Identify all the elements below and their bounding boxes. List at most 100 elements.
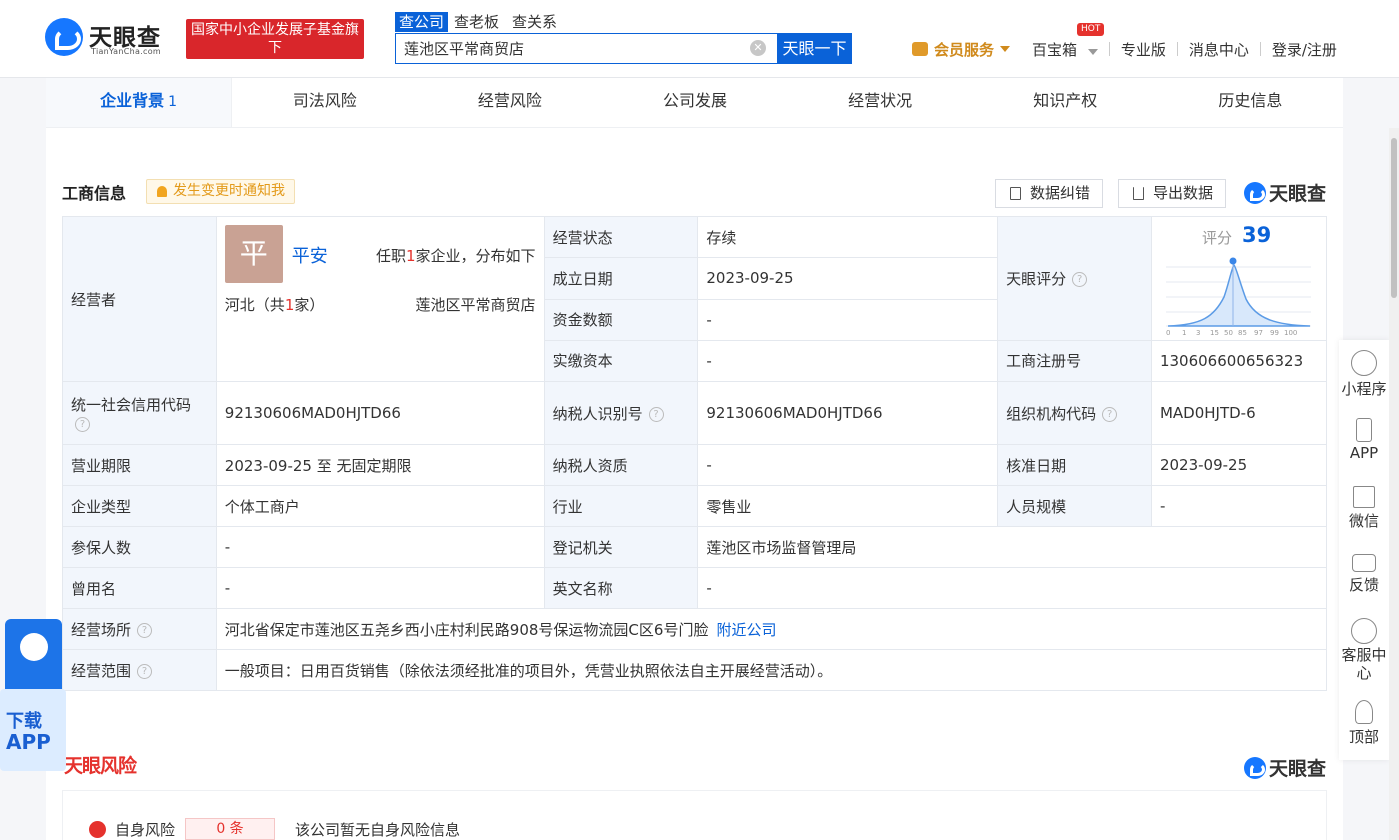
tab-count: 1 <box>168 94 178 110</box>
business-info-table: 经营者 平 平安 任职1家企业，分布如下 河北（共1家） 莲池区平常商贸店 经营… <box>62 215 1328 691</box>
address-label: 经营场所 <box>71 620 132 639</box>
chevron-down-icon <box>1000 46 1011 52</box>
vip-service-menu[interactable]: 会员服务 <box>912 39 1011 60</box>
status-label: 经营状态 <box>543 215 699 259</box>
download-app-widget[interactable]: 下载 APP <box>0 617 66 782</box>
operator-cell: 平 平安 任职1家企业，分布如下 河北（共1家） 莲池区平常商贸店 <box>215 216 545 382</box>
self-risk-desc: 该公司暂无自身风险信息 <box>295 820 461 839</box>
risk-box: 自身风险 0 条 该公司暂无自身风险信息 <box>62 790 1327 840</box>
score-cell-label: 天眼评分 <box>1006 269 1067 288</box>
customer-service-button[interactable]: 客服中心 <box>1339 618 1389 682</box>
staff-size-label: 人员规模 <box>997 485 1152 527</box>
credit-code-label: 统一社会信用代码 <box>71 395 192 414</box>
scope-label-cell: 经营范围? <box>62 649 217 691</box>
desc-count: 1 <box>406 247 416 265</box>
brand-text: 天眼查 <box>1269 758 1327 780</box>
mini-program-button[interactable]: 小程序 <box>1339 350 1389 399</box>
tax-qual-value: - <box>697 444 999 486</box>
former-name-value: - <box>215 567 545 609</box>
scrollbar-thumb[interactable] <box>1391 138 1397 298</box>
search-tab-company[interactable]: 查公司 <box>395 12 449 32</box>
industry-label: 行业 <box>543 485 699 527</box>
score-distribution-chart: 0 1 3 15 50 85 97 99 100 <box>1165 257 1311 337</box>
help-icon[interactable]: ? <box>137 663 153 679</box>
brand-watermark: 天眼查 <box>1244 179 1326 206</box>
tab-history[interactable]: 历史信息 <box>1158 78 1343 127</box>
bell-icon <box>157 186 167 197</box>
tab-background[interactable]: 企业背景 1 <box>46 78 233 127</box>
main-content: 工商信息 发生变更时通知我 数据纠错 导出数据 天眼查 经营者 平 平安 任职1… <box>46 128 1343 840</box>
crown-icon <box>912 42 928 56</box>
hot-badge: HOT <box>1077 22 1105 36</box>
pro-version-link[interactable]: 专业版 <box>1121 39 1166 60</box>
message-center-link[interactable]: 消息中心 <box>1189 39 1249 60</box>
scope-value: 一般项目：日用百货销售（除依法须经批准的项目外，凭营业执照依法自主开展经营活动）… <box>215 649 1328 691</box>
top-header: 天眼查 TianYanCha.com 国家中小企业发展子基金旗下 查公司 查老板… <box>0 0 1399 78</box>
logo-subtitle: TianYanCha.com <box>91 47 161 56</box>
logo-mark-icon <box>1244 181 1266 204</box>
help-icon[interactable]: ? <box>137 622 153 638</box>
tab-ip[interactable]: 知识产权 <box>973 78 1158 127</box>
self-risk-label: 自身风险 <box>115 820 176 839</box>
login-register-link[interactable]: 登录/注册 <box>1272 39 1337 60</box>
search-type-tabs: 查公司 查老板 查关系 <box>395 12 570 32</box>
logo-mark-icon <box>1244 756 1266 779</box>
score-label-cell: 天眼评分? <box>997 216 1152 341</box>
wechat-label: 微信 <box>1348 512 1379 530</box>
english-name-value: - <box>697 567 1327 609</box>
search-button[interactable]: 天眼一下 <box>777 33 852 64</box>
tab-operation-risk[interactable]: 经营风险 <box>417 78 602 127</box>
tab-operation-status[interactable]: 经营状况 <box>788 78 973 127</box>
found-label: 成立日期 <box>543 257 699 300</box>
wechat-button[interactable]: 微信 <box>1339 486 1389 531</box>
clear-icon[interactable]: ✕ <box>750 40 766 56</box>
document-icon <box>1010 187 1021 200</box>
address-value: 河北省保定市莲池区五尧乡西小庄村利民路908号保运物流园C区6号门脸 <box>224 620 709 639</box>
credit-code-value: 92130606MAD0HJTD66 <box>215 381 545 445</box>
search-input[interactable] <box>396 34 736 63</box>
search-box: ✕ <box>395 33 778 64</box>
self-risk-row[interactable]: 自身风险 0 条 该公司暂无自身风险信息 <box>89 818 460 840</box>
help-icon[interactable]: ? <box>1072 271 1088 287</box>
nearby-company-link[interactable]: 附近公司 <box>716 621 776 639</box>
change-notify-button[interactable]: 发生变更时通知我 <box>146 179 295 204</box>
operator-desc: 任职1家企业，分布如下 <box>376 245 536 266</box>
staff-size-value: - <box>1150 485 1328 527</box>
company-type-label: 企业类型 <box>62 485 217 527</box>
authority-label: 登记机关 <box>543 526 699 568</box>
app-logo-icon <box>5 619 62 695</box>
site-logo[interactable]: 天眼查 TianYanCha.com <box>45 16 175 60</box>
operator-name-link[interactable]: 平安 <box>292 242 328 268</box>
phone-icon <box>1356 418 1372 442</box>
industry-value: 零售业 <box>697 485 999 527</box>
back-to-top-button[interactable]: 顶部 <box>1339 700 1389 747</box>
found-value: 2023-09-25 <box>697 257 999 300</box>
correction-label: 数据纠错 <box>1030 184 1091 202</box>
divider <box>1176 42 1178 56</box>
search-tab-relation[interactable]: 查关系 <box>512 12 557 32</box>
feedback-button[interactable]: 反馈 <box>1339 554 1389 595</box>
logo-mark-icon <box>45 18 83 56</box>
capital-label: 资金数额 <box>543 298 699 341</box>
score-chart-cell[interactable]: 评分 39 0 1 3 15 50 85 97 99 100 <box>1150 216 1328 341</box>
brand-text: 天眼查 <box>1269 183 1327 205</box>
page-scrollbar[interactable] <box>1389 128 1399 840</box>
taxid-label-cell: 纳税人识别号? <box>543 381 699 445</box>
help-icon[interactable]: ? <box>1102 406 1118 422</box>
export-data-button[interactable]: 导出数据 <box>1118 179 1227 208</box>
data-correction-button[interactable]: 数据纠错 <box>995 179 1104 208</box>
region-company-link[interactable]: 莲池区平常商贸店 <box>416 294 536 315</box>
section-title: 工商信息 <box>62 184 127 203</box>
promo-banner[interactable]: 国家中小企业发展子基金旗下 <box>186 19 364 59</box>
baobox-label: 百宝箱 <box>1032 40 1078 59</box>
search-tab-boss[interactable]: 查老板 <box>454 12 499 32</box>
app-button[interactable]: APP <box>1339 418 1389 462</box>
term-value: 2023-09-25 至 无固定期限 <box>215 444 545 486</box>
help-icon[interactable]: ? <box>75 416 90 432</box>
help-icon[interactable]: ? <box>648 406 664 422</box>
tab-label: 企业背景 <box>100 91 165 110</box>
baobox-menu[interactable]: 百宝箱 HOT <box>1032 22 1105 60</box>
app-label: APP <box>1349 444 1379 462</box>
tab-judicial-risk[interactable]: 司法风险 <box>232 78 417 127</box>
tab-development[interactable]: 公司发展 <box>602 78 787 127</box>
